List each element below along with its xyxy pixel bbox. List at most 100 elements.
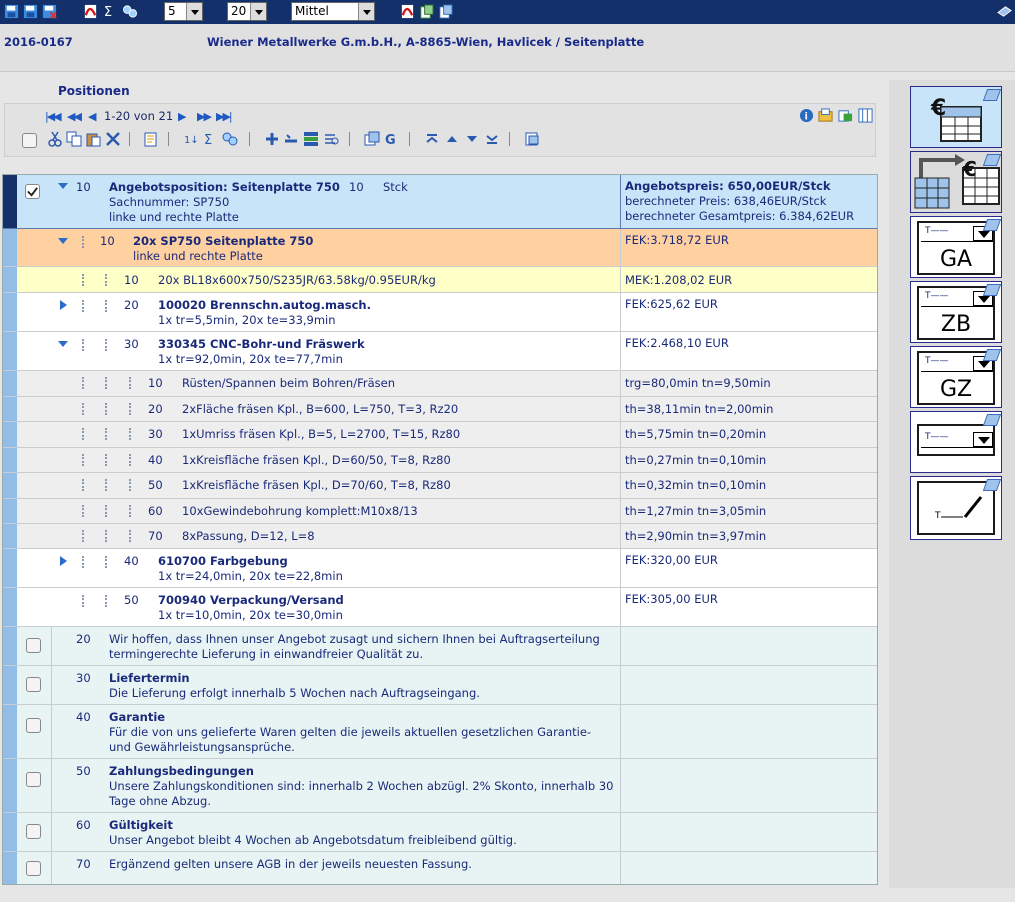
list-icon[interactable] bbox=[303, 131, 319, 147]
table-row-operation[interactable]: 30 1xUmriss fräsen Kpl., B=5, L=2700, T=… bbox=[3, 422, 877, 448]
print-preview-icon[interactable] bbox=[524, 131, 540, 147]
move-top-icon[interactable] bbox=[424, 131, 440, 147]
info-icon[interactable]: i bbox=[799, 108, 814, 123]
collapse-icon[interactable] bbox=[58, 238, 68, 244]
component-title: 20x SP750 Seitenplatte 750 bbox=[133, 234, 314, 248]
calculate-positions-icon[interactable] bbox=[221, 131, 239, 147]
ga-button[interactable]: T—— GA bbox=[910, 216, 1002, 278]
table-row-operation[interactable]: 10 Rüsten/Spannen beim Bohren/Fräsen trg… bbox=[3, 371, 877, 397]
table-row-work-step[interactable]: 20 100020 Brennschn.autog.masch. 1x tr=5… bbox=[3, 293, 877, 332]
prev-page-button[interactable]: ◀ bbox=[88, 110, 97, 123]
save-new-icon[interactable] bbox=[4, 4, 19, 19]
add-subposition-icon[interactable] bbox=[283, 131, 299, 147]
work-step-cost-cell: FEK:625,62 EUR bbox=[620, 293, 722, 331]
document-copy-icon[interactable] bbox=[438, 4, 453, 19]
pdf-export-icon[interactable] bbox=[400, 4, 415, 19]
collapse-icon[interactable] bbox=[58, 183, 68, 189]
new-document-icon[interactable] bbox=[143, 131, 159, 147]
cut-icon[interactable] bbox=[47, 131, 63, 147]
pdf-icon[interactable] bbox=[83, 4, 98, 19]
renumber-icon[interactable]: 1↓ bbox=[183, 131, 199, 147]
folder-icon[interactable] bbox=[818, 108, 833, 123]
svg-text:1↓: 1↓ bbox=[184, 135, 199, 146]
table-row-work-step[interactable]: 30 330345 CNC-Bohr-und Fräswerk 1x tr=92… bbox=[3, 332, 877, 371]
g-icon[interactable]: G bbox=[384, 131, 400, 147]
help-book-icon[interactable] bbox=[997, 4, 1012, 19]
select-field-button[interactable]: T—— bbox=[910, 411, 1002, 473]
row-checkbox[interactable] bbox=[26, 772, 41, 787]
view-mode-select[interactable]: Mittel bbox=[291, 2, 375, 21]
row-checkbox[interactable] bbox=[26, 638, 41, 653]
price-transfer-button[interactable]: € bbox=[910, 151, 1002, 213]
zb-label: ZB bbox=[940, 312, 972, 337]
row-checkbox[interactable] bbox=[26, 677, 41, 692]
text-title: Zahlungsbedingungen bbox=[109, 764, 254, 778]
expand-icon[interactable] bbox=[60, 556, 67, 566]
sum-positions-icon[interactable]: Σ bbox=[202, 131, 218, 147]
document-header: 2016-0167 Wiener Metallwerke G.m.b.H., A… bbox=[0, 24, 1015, 72]
collapse-icon[interactable] bbox=[58, 341, 68, 347]
page-size-select-2[interactable]: 20 bbox=[227, 2, 267, 21]
next-block-button[interactable]: ▶▶ bbox=[197, 110, 212, 123]
table-row-material[interactable]: 10 20x BL18x600x750/S235JR/63.58kg/0.95E… bbox=[3, 267, 877, 293]
table-row-operation[interactable]: 60 10xGewindebohrung komplett:M10x8/13 t… bbox=[3, 498, 877, 524]
table-row-operation[interactable]: 20 2xFläche fräsen Kpl., B=600, L=750, T… bbox=[3, 396, 877, 422]
pricing-button[interactable]: € bbox=[910, 86, 1002, 148]
table-row-offer-position[interactable]: 10 Angebotsposition: Seitenplatte 750 10… bbox=[3, 175, 877, 229]
table-row-text[interactable]: 50 Zahlungsbedingungen Unsere Zahlungsko… bbox=[3, 759, 877, 813]
sum-icon[interactable]: Σ bbox=[102, 4, 117, 19]
first-page-button[interactable]: |◀◀ bbox=[45, 110, 62, 123]
calculate-icon[interactable] bbox=[121, 4, 139, 19]
table-row-text[interactable]: 20 Wir hoffen, dass Ihnen unser Angebot … bbox=[3, 627, 877, 666]
next-page-button[interactable]: ▶ bbox=[178, 110, 187, 123]
dropdown-icon: T—— bbox=[921, 356, 993, 372]
table-row-work-step[interactable]: 50 700940 Verpackung/Versand 1x tr=10,0m… bbox=[3, 588, 877, 627]
separator bbox=[409, 132, 410, 146]
page-size-select-1[interactable]: 5 bbox=[164, 2, 203, 21]
book-icon bbox=[982, 284, 1002, 296]
add-position-icon[interactable] bbox=[264, 131, 280, 147]
table-row-operation[interactable]: 50 1xKreisfläche fräsen Kpl., D=70/60, T… bbox=[3, 473, 877, 499]
text-field-button[interactable]: T bbox=[910, 476, 1002, 540]
tree-dots bbox=[129, 530, 131, 542]
paste-icon[interactable] bbox=[85, 131, 101, 147]
position-number: 10 bbox=[124, 273, 139, 287]
table-row-text[interactable]: 70 Ergänzend gelten unsere AGB in der je… bbox=[3, 852, 877, 884]
select-all-checkbox[interactable] bbox=[22, 133, 37, 148]
table-row-text[interactable]: 40 Garantie Für die von uns gelieferte W… bbox=[3, 705, 877, 759]
last-page-button[interactable]: ▶▶| bbox=[216, 110, 233, 123]
save-close-icon[interactable] bbox=[42, 4, 57, 19]
table-row-text[interactable]: 30 Liefertermin Die Lieferung erfolgt in… bbox=[3, 666, 877, 705]
position-item-number: Sachnummer: SP750 bbox=[109, 195, 230, 209]
copy-block-icon[interactable] bbox=[364, 131, 380, 147]
row-checkbox[interactable] bbox=[26, 861, 41, 876]
document-list-icon[interactable] bbox=[419, 4, 434, 19]
table-row-work-step[interactable]: 40 610700 Farbgebung 1x tr=24,0min, 20x … bbox=[3, 549, 877, 588]
move-up-icon[interactable] bbox=[444, 131, 460, 147]
table-row-operation[interactable]: 40 1xKreisfläche fräsen Kpl., D=60/50, T… bbox=[3, 447, 877, 473]
move-icon[interactable] bbox=[323, 131, 339, 147]
table-row-operation[interactable]: 70 8xPassung, D=12, L=8 th=2,90min tn=3,… bbox=[3, 524, 877, 549]
work-step-title: 700940 Verpackung/Versand bbox=[158, 593, 344, 607]
table-row-component[interactable]: 10 20x SP750 Seitenplatte 750 linke und … bbox=[3, 229, 877, 267]
row-indicator bbox=[3, 267, 17, 292]
tree-dots bbox=[82, 236, 84, 248]
move-down-icon[interactable] bbox=[464, 131, 480, 147]
expand-icon[interactable] bbox=[60, 300, 67, 310]
table-row-text[interactable]: 60 Gültigkeit Unser Angebot bleibt 4 Woc… bbox=[3, 813, 877, 852]
zb-button[interactable]: T—— ZB bbox=[910, 281, 1002, 343]
export-icon[interactable] bbox=[838, 108, 853, 123]
row-checkbox[interactable] bbox=[26, 824, 41, 839]
position-title: Angebotsposition: Seitenplatte 750 bbox=[109, 180, 340, 194]
row-checkbox-checked[interactable] bbox=[25, 184, 40, 199]
columns-icon[interactable] bbox=[858, 108, 873, 123]
move-bottom-icon[interactable] bbox=[484, 131, 500, 147]
row-checkbox[interactable] bbox=[26, 718, 41, 733]
save-icon[interactable] bbox=[23, 4, 38, 19]
book-icon bbox=[982, 349, 1002, 361]
operation-time: th=2,90min tn=3,97min bbox=[625, 529, 767, 543]
prev-block-button[interactable]: ◀◀ bbox=[67, 110, 82, 123]
copy-icon[interactable] bbox=[66, 131, 82, 147]
delete-icon[interactable] bbox=[105, 131, 121, 147]
gz-button[interactable]: T—— GZ bbox=[910, 346, 1002, 408]
